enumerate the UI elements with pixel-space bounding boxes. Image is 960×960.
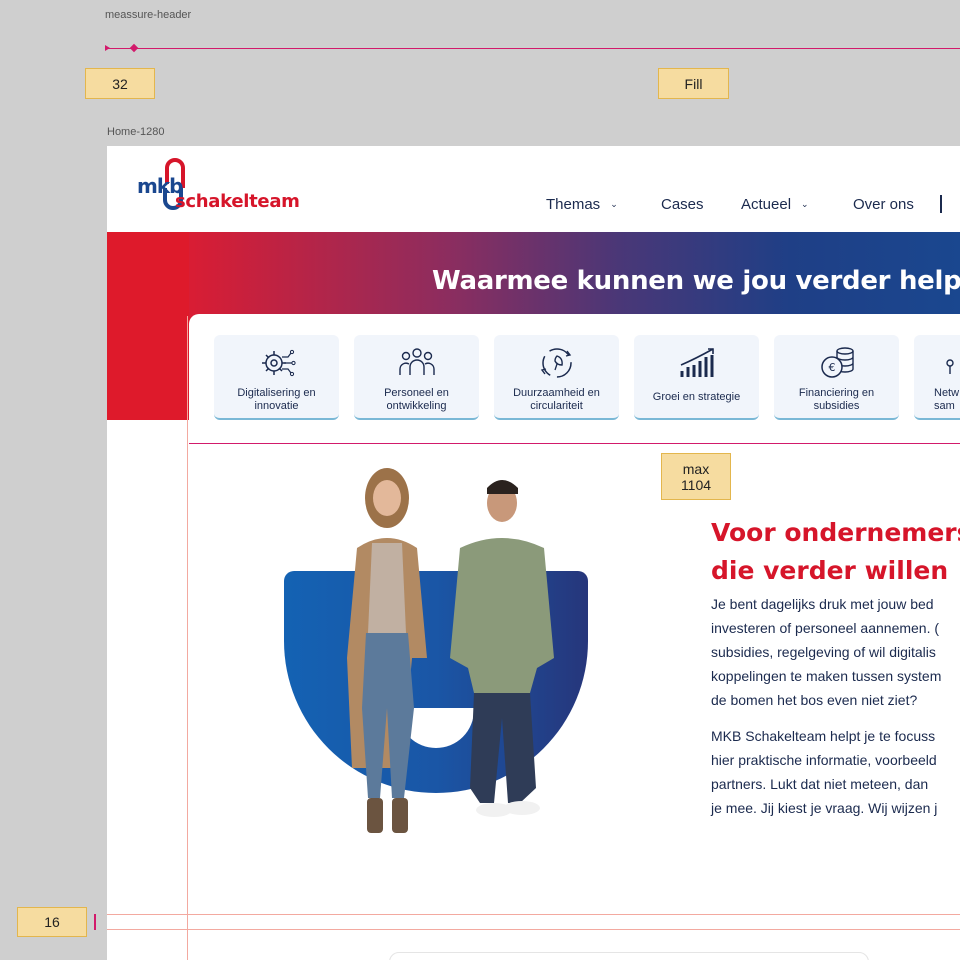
logo[interactable]: mkb schakelteam [137,158,307,214]
theme-tile-personeel[interactable]: Personeel en ontwikkeling [354,335,479,420]
guide-line-vertical [187,316,188,960]
recycle-icon [540,348,572,378]
theme-label: Digitalisering en innovatie [237,387,316,412]
gap-tag: 16 [17,907,87,937]
intro-paragraph-2: MKB Schakelteam helpt je te focuss hier … [711,728,938,816]
home-frame: mkb schakelteam Themas ⌄ Cases Actueel ⌄… [107,146,960,960]
theme-label: Duurzaamheid en circulariteit [513,387,600,412]
padding-tag: 32 [85,68,155,99]
gap-marker [94,914,96,930]
nav-cases-label: Cases [661,196,704,213]
theme-tile-digitalisering[interactable]: Digitalisering en innovatie [214,335,339,420]
section-title: Voor ondernemers die verder willen [711,518,960,585]
growth-chart-icon [680,348,714,377]
theme-tile-groei[interactable]: Groei en strategie [634,335,759,420]
theme-tile-duurzaamheid[interactable]: Duurzaamheid en circulariteit [494,335,619,420]
nav-over-ons-label: Over ons [853,196,914,213]
guide-line-bottom [107,929,960,930]
nav-cases[interactable]: Cases [661,196,704,213]
gear-circuit-icon [261,349,296,377]
people-group-icon [398,348,435,375]
chevron-down-icon: ⌄ [801,199,809,209]
people-photo [347,468,554,833]
guide-line-top [107,914,960,915]
max-width-line [189,443,960,444]
hero-title: Waarmee kunnen we jou verder helpen? [432,266,960,296]
svg-text:€: € [828,361,835,374]
theme-label: Groei en strategie [652,391,741,403]
nav-actueel[interactable]: Actueel ⌄ [741,196,809,213]
nav-themas-label: Themas [546,196,601,213]
nav-divider [940,195,942,213]
chevron-down-icon: ⌄ [610,199,618,209]
hero-band-left [107,232,189,420]
theme-label: Netw sam [934,387,960,412]
fill-tag: Fill [658,68,729,99]
measure-header-label: meassure-header [105,9,192,21]
measure-diamond-marker [129,43,139,53]
theme-tile-financiering[interactable]: € Financiering en subsidies [774,335,899,420]
max-width-tag: max 1104 [661,453,731,500]
logo-schakelteam: schakelteam [175,191,300,212]
nav-themas[interactable]: Themas ⌄ [546,196,618,213]
frame-label: Home-1280 [107,126,165,138]
intro-paragraph-1: Je bent dagelijks druk met jouw bed inve… [711,596,942,708]
measure-start-marker [105,45,111,51]
measure-line [105,48,960,49]
nav-over-ons[interactable]: Over ons [853,196,914,213]
theme-label: Financiering en subsidies [798,387,875,412]
theme-label: Personeel en ontwikkeling [384,387,449,412]
search-bar[interactable] [389,952,869,960]
theme-tile-netwerk[interactable]: Netw sam [914,335,960,420]
nav-actueel-label: Actueel [741,196,792,213]
euro-coins-icon: € [820,347,854,378]
network-icon [946,359,954,374]
